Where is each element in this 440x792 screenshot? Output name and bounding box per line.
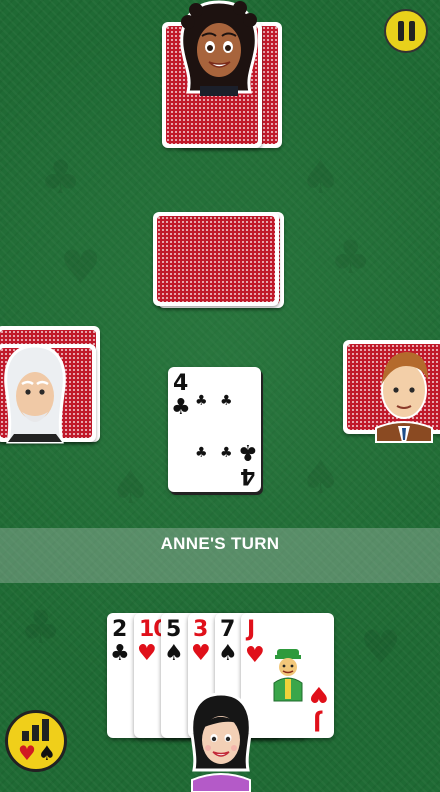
player-avatar bbox=[190, 692, 252, 792]
left-opponent-avatar bbox=[4, 344, 66, 444]
deck-card-back[interactable] bbox=[153, 212, 279, 306]
hand-card-suit-icon: ♠ bbox=[164, 641, 184, 666]
turn-banner-text: ANNE'S TURN bbox=[160, 534, 280, 553]
pause-button[interactable] bbox=[384, 9, 428, 53]
played-card-pip-icon: ♣ bbox=[220, 445, 233, 461]
hand-card-suit-icon: ♥ bbox=[245, 643, 265, 668]
turn-banner: ANNE'S TURN bbox=[0, 528, 440, 583]
hand-card-suit-icon: ♥ bbox=[137, 641, 157, 666]
hand-card-rank: 5 bbox=[166, 617, 181, 642]
bg-suit-icon: ♠ bbox=[110, 460, 152, 514]
spade-icon: ♠ bbox=[38, 741, 56, 765]
jack-portrait-icon bbox=[273, 649, 303, 702]
bg-suit-icon: ♣ bbox=[20, 600, 62, 654]
pause-icon bbox=[397, 21, 404, 41]
played-card-rank: 4 bbox=[173, 371, 189, 396]
hand-card-rank-inverted: J bbox=[313, 709, 322, 734]
played-card: 4 ♣ ♣ ♣ ♣ ♣ ♣ 4 bbox=[168, 367, 261, 492]
hand-card-suit-icon: ♣ bbox=[110, 641, 130, 666]
bg-suit-icon: ♣ bbox=[330, 230, 372, 284]
bg-suit-icon: ♠ bbox=[300, 450, 342, 504]
played-card-rank-inverted: 4 bbox=[240, 463, 256, 488]
played-card-pip-icon: ♣ bbox=[220, 393, 233, 409]
right-opponent-avatar bbox=[375, 352, 433, 443]
bg-suit-icon: ♥ bbox=[360, 620, 402, 674]
hand-card-rank: 2 bbox=[112, 617, 127, 642]
played-card-pip-icon: ♣ bbox=[195, 445, 208, 461]
hand-card-rank: 3 bbox=[193, 617, 208, 642]
bg-suit-icon: ♠ bbox=[300, 150, 342, 204]
stats-button[interactable]: ♥ ♠ bbox=[5, 710, 67, 772]
hand-card-suit-icon: ♥ bbox=[191, 641, 211, 666]
hand-card-suit-icon: ♠ bbox=[218, 641, 238, 666]
bg-suit-icon: ♥ bbox=[60, 240, 102, 294]
bg-suit-icon: ♣ bbox=[40, 150, 82, 204]
hand-card-rank: J bbox=[247, 617, 256, 642]
played-card-suit-icon: ♣ bbox=[238, 439, 258, 464]
top-opponent-avatar bbox=[180, 0, 258, 96]
played-card-suit-icon: ♣ bbox=[171, 395, 191, 420]
hand-card-suit-icon: ♥ bbox=[309, 681, 329, 706]
heart-icon: ♥ bbox=[18, 741, 36, 765]
played-card-pip-icon: ♣ bbox=[195, 393, 208, 409]
hand-card-rank: 7 bbox=[220, 617, 235, 642]
